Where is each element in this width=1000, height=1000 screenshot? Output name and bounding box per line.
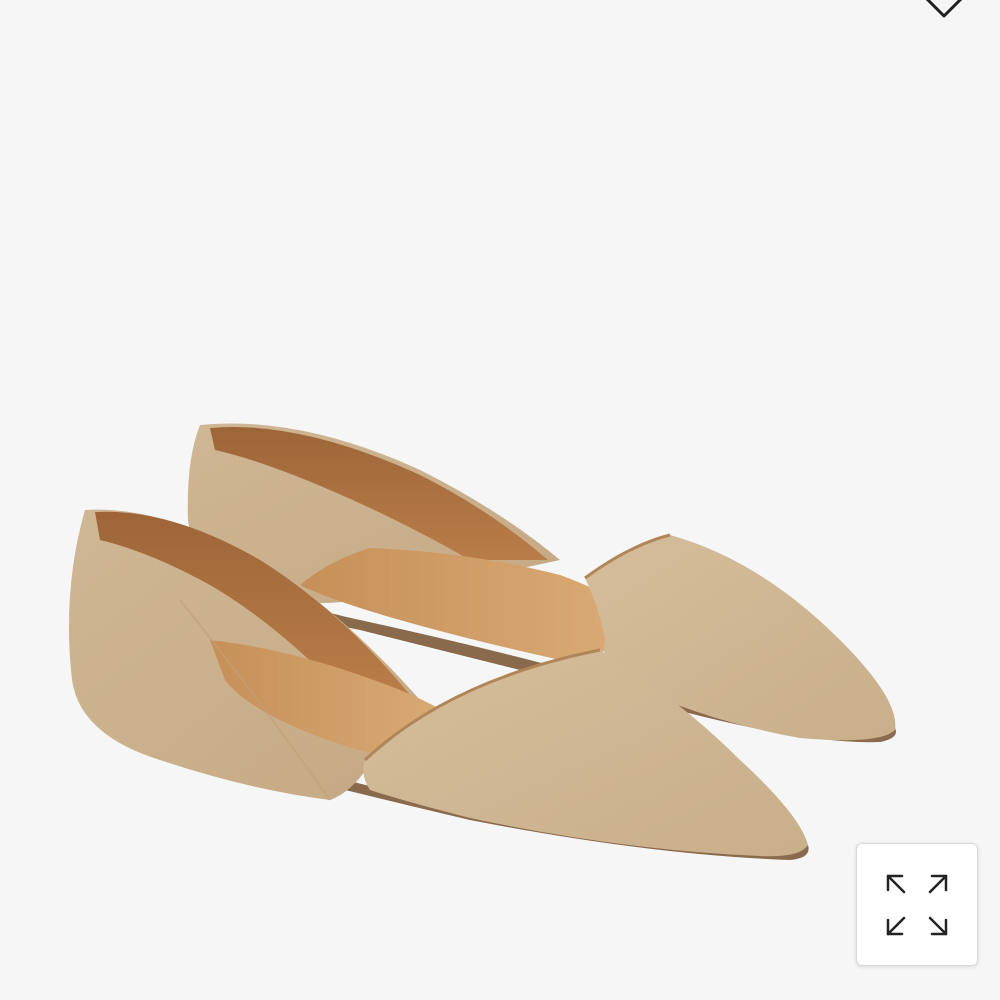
product-image-viewer [0,0,1000,1000]
expand-image-button[interactable] [856,843,978,966]
expand-arrows-icon [886,874,948,935]
heart-icon[interactable] [914,0,974,20]
product-image [68,423,896,860]
